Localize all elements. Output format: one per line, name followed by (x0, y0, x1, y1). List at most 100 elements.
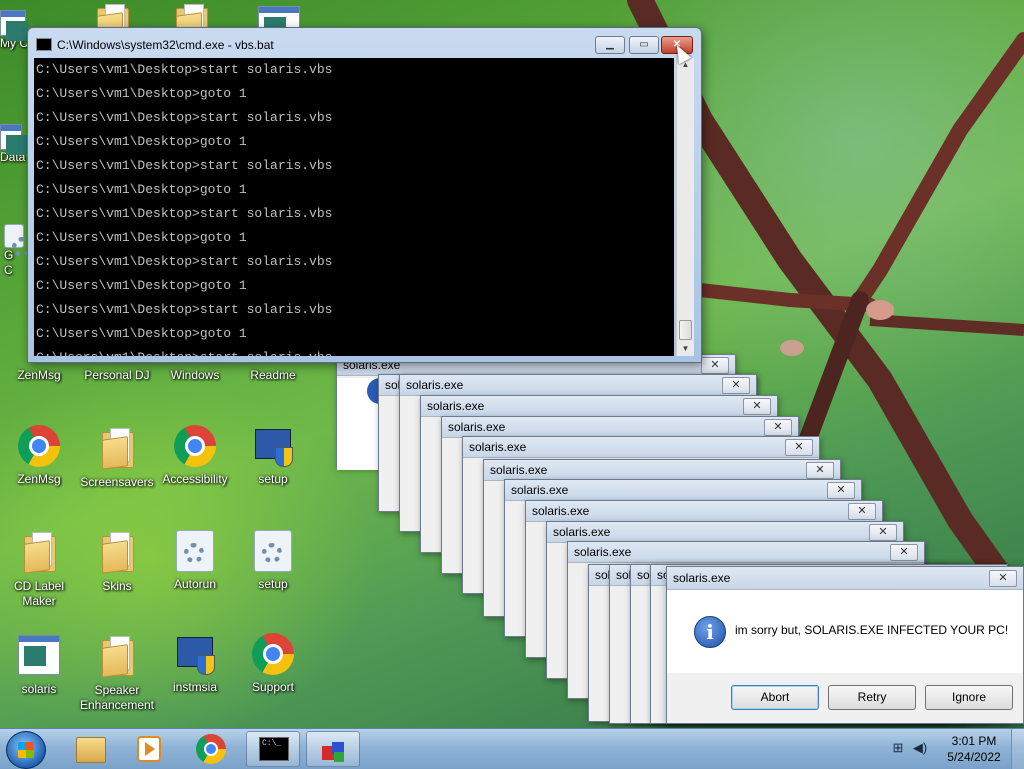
close-icon[interactable]: ✕ (722, 377, 750, 394)
system-tray: ⊞ ◀) (886, 737, 936, 761)
desktop-icon-readme[interactable]: Readme (234, 368, 312, 383)
solaris-error-dialog[interactable]: solaris.exe ✕ i im sorry but, SOLARIS.EX… (666, 566, 1024, 724)
close-icon[interactable]: ✕ (827, 482, 855, 499)
dialog-title: solaris.exe (427, 399, 485, 413)
console-line: C:\Users\vm1\Desktop>start solaris.vbs (36, 62, 333, 77)
folder-icon (102, 636, 134, 678)
maximize-button[interactable]: ▭ (629, 36, 659, 54)
console-output[interactable]: C:\Users\vm1\Desktop>start solaris.vbs C… (34, 58, 674, 356)
console-line: C:\Users\vm1\Desktop>start solaris.vbs (36, 158, 333, 173)
desktop-icon-label: Skins (102, 579, 132, 593)
volume-icon[interactable]: ◀) (912, 741, 928, 755)
cmd-title-bar: C:\Windows\system32\cmd.exe - vbs.bat (36, 36, 274, 54)
shortcut-icon (0, 124, 28, 155)
dialog-message: im sorry but, SOLARIS.EXE INFECTED YOUR … (735, 623, 1009, 637)
scroll-down-arrow-icon[interactable]: ▼ (677, 342, 694, 356)
windows-explorer-icon (76, 737, 106, 763)
desktop-icon-label: Windows (170, 368, 220, 382)
dialog-title: solaris.exe (406, 378, 464, 392)
clock-time: 3:01 PM (951, 734, 997, 748)
chrome-icon (174, 425, 216, 467)
folder-icon (24, 532, 56, 574)
ignore-button[interactable]: Ignore (925, 685, 1013, 710)
clock[interactable]: 3:01 PM 5/24/2022 (940, 733, 1008, 765)
desktop-icon-autorun[interactable]: Autorun (156, 528, 234, 592)
desktop-icon-setup-2[interactable]: setup (234, 528, 312, 592)
scrollbar-thumb[interactable] (679, 320, 692, 340)
desktop-icon-label: ZenMsg (17, 368, 61, 382)
console-line: C:\Users\vm1\Desktop>goto 1 (36, 230, 247, 245)
desktop-icon-windows[interactable]: Windows (156, 368, 234, 383)
desktop-icon-label: solaris (21, 682, 57, 696)
close-icon[interactable]: ✕ (743, 398, 771, 415)
chrome-icon (196, 734, 226, 764)
start-button[interactable] (6, 731, 46, 769)
taskbar-item-cmd[interactable]: C:\_ (246, 731, 300, 767)
media-player-icon (137, 736, 161, 762)
desktop-icon-label: ZenMsg (17, 472, 61, 486)
desktop-icon-setup[interactable]: setup (234, 424, 312, 487)
desktop-icon-instmsia[interactable]: instmsia (156, 632, 234, 695)
close-icon[interactable]: ✕ (848, 503, 876, 520)
desktop-icon-label: Screensavers (80, 475, 154, 489)
desktop-icon-zenmsg[interactable]: ZenMsg (0, 368, 78, 383)
console-line: C:\Users\vm1\Desktop>goto 1 (36, 134, 247, 149)
clock-date: 5/24/2022 (947, 750, 1001, 764)
close-icon[interactable]: ✕ (701, 357, 729, 374)
application-icon (18, 635, 60, 675)
dialog-title: solaris.exe (511, 483, 569, 497)
close-icon[interactable]: ✕ (989, 570, 1017, 587)
console-line: C:\Users\vm1\Desktop>start solaris.vbs (36, 254, 333, 269)
taskbar-item-explorer[interactable] (62, 731, 116, 767)
dialog-title-bar: solaris.exe ✕ (442, 417, 798, 438)
taskbar-item-chrome[interactable] (184, 731, 238, 767)
cmd-title: C:\Windows\system32\cmd.exe - vbs.bat (57, 38, 274, 52)
desktop-icon-label: Speaker Enhancement (79, 683, 155, 712)
retry-button[interactable]: Retry (828, 685, 916, 710)
folder-icon (102, 428, 134, 470)
desktop-icon-personal-dj[interactable]: Personal DJ (78, 368, 156, 383)
taskbar-item-media-player[interactable] (122, 731, 176, 767)
desktop-icon-speaker-enhancement[interactable]: Speaker Enhancement (78, 632, 156, 713)
console-scrollbar[interactable]: ▲ ▼ (676, 58, 694, 356)
desktop: My C Data G C ZenMsg Personal DJ Windows… (0, 0, 1024, 728)
desktop-icon-solaris[interactable]: solaris (0, 632, 78, 697)
desktop-icon-zenmsg-chrome[interactable]: ZenMsg (0, 424, 78, 487)
desktop-icon-accessibility[interactable]: Accessibility (156, 424, 234, 487)
info-icon: i (694, 616, 726, 648)
folder-icon (102, 532, 134, 574)
console-line: C:\Users\vm1\Desktop>start solaris.vbs (36, 206, 333, 221)
desktop-icon-screensavers[interactable]: Screensavers (78, 424, 156, 490)
close-icon[interactable]: ✕ (785, 439, 813, 456)
solaris-icon (320, 736, 348, 764)
dialog-title-bar: solaris.exe ✕ (400, 375, 756, 396)
close-icon[interactable]: ✕ (764, 419, 792, 436)
console-line: C:\Users\vm1\Desktop>start solaris.vbs (36, 302, 333, 317)
dialog-title: solaris.exe (532, 504, 590, 518)
close-icon[interactable]: ✕ (890, 544, 918, 561)
console-line: C:\Users\vm1\Desktop>goto 1 (36, 86, 247, 101)
cmd-window[interactable]: C:\Windows\system32\cmd.exe - vbs.bat ▁ … (27, 27, 702, 363)
settings-file-icon (176, 530, 214, 572)
taskbar-item-solaris[interactable] (306, 731, 360, 767)
desktop-icon-skins[interactable]: Skins (78, 528, 156, 594)
dialog-title-bar: solaris.exe ✕ (505, 480, 861, 501)
dialog-title-bar: solaris.exe ✕ (667, 567, 1023, 590)
settings-file-icon (254, 530, 292, 572)
dialog-title-bar: solaris.exe ✕ (526, 501, 882, 522)
desktop-icon-label: CD Label Maker (13, 579, 65, 608)
desktop-icon-label: Accessibility (162, 472, 228, 486)
dialog-title-bar: solaris.exe ✕ (547, 522, 903, 543)
desktop-icon-data[interactable]: Data (0, 124, 30, 165)
show-desktop-button[interactable] (1011, 729, 1024, 769)
desktop-icon-support[interactable]: Support (234, 632, 312, 695)
network-icon[interactable]: ⊞ (890, 741, 906, 755)
close-icon[interactable]: ✕ (869, 524, 897, 541)
close-icon[interactable]: ✕ (806, 462, 834, 479)
desktop-icon-my-computer[interactable]: My C (0, 10, 30, 51)
desktop-icon-label: setup (258, 577, 288, 591)
console-line: C:\Users\vm1\Desktop>goto 1 (36, 278, 247, 293)
minimize-button[interactable]: ▁ (595, 36, 625, 54)
abort-button[interactable]: Abort (731, 685, 819, 710)
desktop-icon-cd-label-maker[interactable]: CD Label Maker (0, 528, 78, 609)
